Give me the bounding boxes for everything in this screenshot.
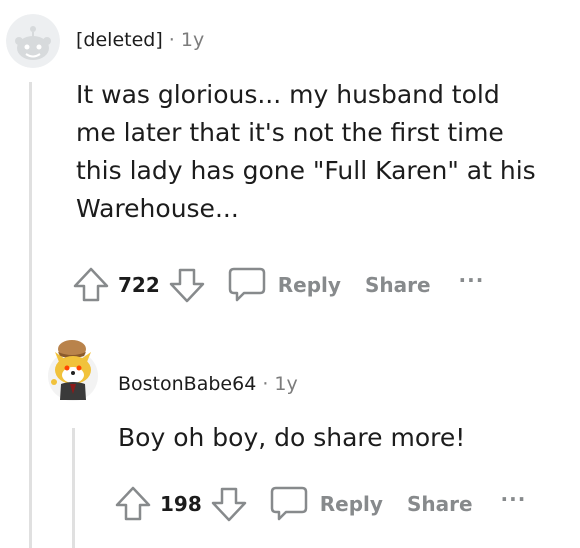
upvote-arrow-icon[interactable] — [72, 266, 110, 304]
reply-button[interactable]: Reply — [278, 273, 341, 297]
comment-age: 1y — [180, 29, 205, 51]
comment-body-line: this lady has gone "Full Karen" at his — [76, 156, 536, 185]
comment-body-line: It was glorious... my husband told — [76, 80, 500, 109]
speech-bubble-icon[interactable] — [226, 265, 268, 305]
upvote-arrow-icon[interactable] — [114, 485, 152, 523]
comment-age: 1y — [274, 373, 298, 395]
vote-score: 722 — [118, 273, 160, 297]
comment-actions: 722 Reply Share ··· — [72, 265, 484, 305]
author-name[interactable]: [deleted] — [76, 29, 163, 51]
snoo-default-avatar-icon — [6, 14, 60, 68]
deleted-user-avatar — [6, 14, 60, 68]
reply-body: Boy oh boy, do share more! — [118, 419, 465, 457]
comment-body-line: me later that it's not the first time — [76, 118, 504, 147]
thread-line-reply[interactable] — [72, 428, 75, 548]
downvote-arrow-icon[interactable] — [168, 266, 206, 304]
comment-meta: [deleted] · 1y — [76, 29, 204, 51]
vote-score: 198 — [160, 492, 202, 516]
comment-body-line: Boy oh boy, do share more! — [118, 423, 466, 452]
more-options-button[interactable]: ··· — [501, 487, 527, 511]
speech-bubble-icon[interactable] — [268, 484, 310, 524]
reply-actions: 198 Reply Share ··· — [114, 484, 526, 524]
more-options-button[interactable]: ··· — [459, 268, 485, 292]
user-avatar[interactable] — [46, 338, 100, 408]
comment-body-line: Warehouse... — [76, 194, 239, 223]
share-button[interactable]: Share — [365, 273, 431, 297]
thread-line-root[interactable] — [29, 82, 32, 548]
reply-button[interactable]: Reply — [320, 492, 383, 516]
meta-separator: · — [262, 373, 269, 395]
meta-separator: · — [168, 29, 175, 51]
downvote-arrow-icon[interactable] — [210, 485, 248, 523]
comment-body: It was glorious... my husband told me la… — [76, 76, 536, 228]
share-button[interactable]: Share — [407, 492, 473, 516]
reply-meta: BostonBabe64 · 1y — [118, 373, 298, 395]
snoo-shiba-avatar-icon — [48, 340, 98, 401]
author-name[interactable]: BostonBabe64 — [118, 373, 256, 395]
